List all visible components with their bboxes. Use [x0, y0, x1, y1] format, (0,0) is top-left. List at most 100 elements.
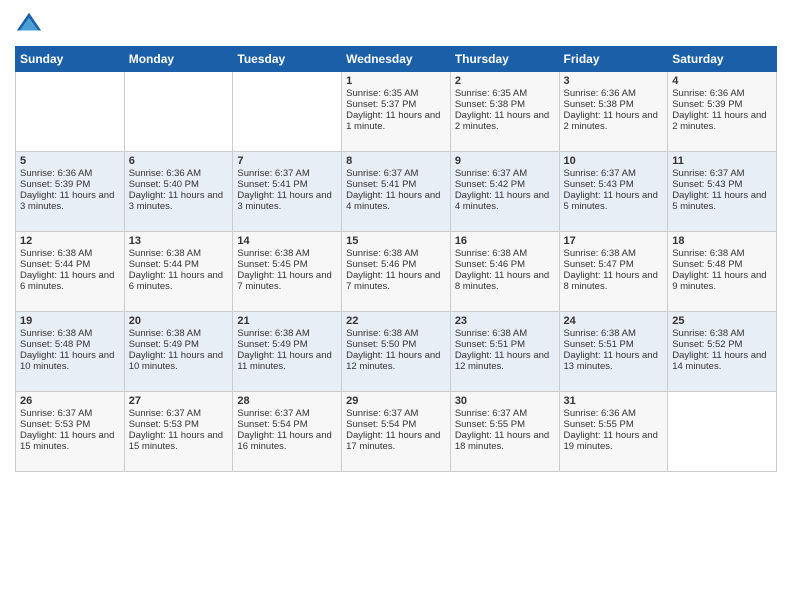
sunrise-text: Sunrise: 6:38 AM [455, 328, 555, 339]
calendar-week-row: 1Sunrise: 6:35 AMSunset: 5:37 PMDaylight… [16, 72, 777, 152]
day-number: 11 [672, 155, 772, 167]
day-number: 21 [237, 315, 337, 327]
sunrise-text: Sunrise: 6:37 AM [455, 408, 555, 419]
daylight-text: Daylight: 11 hours and 6 minutes. [20, 270, 120, 292]
calendar-week-row: 5Sunrise: 6:36 AMSunset: 5:39 PMDaylight… [16, 152, 777, 232]
day-number: 15 [346, 235, 446, 247]
daylight-text: Daylight: 11 hours and 2 minutes. [564, 110, 664, 132]
sunset-text: Sunset: 5:46 PM [346, 259, 446, 270]
calendar-day-cell: 3Sunrise: 6:36 AMSunset: 5:38 PMDaylight… [559, 72, 668, 152]
calendar-day-cell: 20Sunrise: 6:38 AMSunset: 5:49 PMDayligh… [124, 312, 233, 392]
daylight-text: Daylight: 11 hours and 4 minutes. [346, 190, 446, 212]
day-number: 16 [455, 235, 555, 247]
sunrise-text: Sunrise: 6:38 AM [672, 248, 772, 259]
sunset-text: Sunset: 5:49 PM [129, 339, 229, 350]
sunrise-text: Sunrise: 6:38 AM [672, 328, 772, 339]
daylight-text: Daylight: 11 hours and 11 minutes. [237, 350, 337, 372]
sunset-text: Sunset: 5:54 PM [237, 419, 337, 430]
calendar-table: SundayMondayTuesdayWednesdayThursdayFrid… [15, 46, 777, 472]
daylight-text: Daylight: 11 hours and 2 minutes. [455, 110, 555, 132]
daylight-text: Daylight: 11 hours and 10 minutes. [20, 350, 120, 372]
sunrise-text: Sunrise: 6:38 AM [455, 248, 555, 259]
calendar-day-cell: 10Sunrise: 6:37 AMSunset: 5:43 PMDayligh… [559, 152, 668, 232]
calendar-day-cell: 17Sunrise: 6:38 AMSunset: 5:47 PMDayligh… [559, 232, 668, 312]
sunset-text: Sunset: 5:48 PM [20, 339, 120, 350]
day-number: 27 [129, 395, 229, 407]
calendar-day-cell: 14Sunrise: 6:38 AMSunset: 5:45 PMDayligh… [233, 232, 342, 312]
sunset-text: Sunset: 5:37 PM [346, 99, 446, 110]
calendar-day-cell: 19Sunrise: 6:38 AMSunset: 5:48 PMDayligh… [16, 312, 125, 392]
daylight-text: Daylight: 11 hours and 6 minutes. [129, 270, 229, 292]
sunset-text: Sunset: 5:41 PM [237, 179, 337, 190]
daylight-text: Daylight: 11 hours and 16 minutes. [237, 430, 337, 452]
calendar-day-cell: 1Sunrise: 6:35 AMSunset: 5:37 PMDaylight… [342, 72, 451, 152]
calendar-day-cell: 6Sunrise: 6:36 AMSunset: 5:40 PMDaylight… [124, 152, 233, 232]
sunrise-text: Sunrise: 6:37 AM [455, 168, 555, 179]
daylight-text: Daylight: 11 hours and 12 minutes. [346, 350, 446, 372]
calendar-day-cell: 11Sunrise: 6:37 AMSunset: 5:43 PMDayligh… [668, 152, 777, 232]
sunrise-text: Sunrise: 6:38 AM [346, 248, 446, 259]
sunset-text: Sunset: 5:47 PM [564, 259, 664, 270]
day-number: 20 [129, 315, 229, 327]
sunrise-text: Sunrise: 6:36 AM [20, 168, 120, 179]
daylight-text: Daylight: 11 hours and 3 minutes. [20, 190, 120, 212]
day-number: 24 [564, 315, 664, 327]
weekday-header-row: SundayMondayTuesdayWednesdayThursdayFrid… [16, 47, 777, 72]
sunrise-text: Sunrise: 6:36 AM [564, 88, 664, 99]
daylight-text: Daylight: 11 hours and 5 minutes. [564, 190, 664, 212]
calendar-day-cell: 28Sunrise: 6:37 AMSunset: 5:54 PMDayligh… [233, 392, 342, 472]
sunrise-text: Sunrise: 6:38 AM [237, 328, 337, 339]
sunset-text: Sunset: 5:38 PM [455, 99, 555, 110]
sunrise-text: Sunrise: 6:37 AM [564, 168, 664, 179]
header [15, 10, 777, 38]
sunset-text: Sunset: 5:53 PM [129, 419, 229, 430]
weekday-header: Monday [124, 47, 233, 72]
daylight-text: Daylight: 11 hours and 4 minutes. [455, 190, 555, 212]
sunset-text: Sunset: 5:55 PM [564, 419, 664, 430]
calendar-day-cell: 18Sunrise: 6:38 AMSunset: 5:48 PMDayligh… [668, 232, 777, 312]
calendar-day-cell: 15Sunrise: 6:38 AMSunset: 5:46 PMDayligh… [342, 232, 451, 312]
day-number: 18 [672, 235, 772, 247]
calendar-day-cell [124, 72, 233, 152]
day-number: 17 [564, 235, 664, 247]
day-number: 22 [346, 315, 446, 327]
weekday-header: Saturday [668, 47, 777, 72]
sunset-text: Sunset: 5:43 PM [564, 179, 664, 190]
calendar-day-cell [233, 72, 342, 152]
daylight-text: Daylight: 11 hours and 17 minutes. [346, 430, 446, 452]
sunset-text: Sunset: 5:48 PM [672, 259, 772, 270]
daylight-text: Daylight: 11 hours and 1 minute. [346, 110, 446, 132]
page: SundayMondayTuesdayWednesdayThursdayFrid… [0, 0, 792, 612]
sunset-text: Sunset: 5:49 PM [237, 339, 337, 350]
daylight-text: Daylight: 11 hours and 13 minutes. [564, 350, 664, 372]
day-number: 12 [20, 235, 120, 247]
calendar-day-cell: 22Sunrise: 6:38 AMSunset: 5:50 PMDayligh… [342, 312, 451, 392]
sunrise-text: Sunrise: 6:37 AM [20, 408, 120, 419]
daylight-text: Daylight: 11 hours and 10 minutes. [129, 350, 229, 372]
day-number: 1 [346, 75, 446, 87]
sunrise-text: Sunrise: 6:38 AM [129, 328, 229, 339]
daylight-text: Daylight: 11 hours and 14 minutes. [672, 350, 772, 372]
sunset-text: Sunset: 5:54 PM [346, 419, 446, 430]
sunset-text: Sunset: 5:42 PM [455, 179, 555, 190]
sunset-text: Sunset: 5:50 PM [346, 339, 446, 350]
sunset-text: Sunset: 5:39 PM [20, 179, 120, 190]
day-number: 5 [20, 155, 120, 167]
calendar-day-cell: 7Sunrise: 6:37 AMSunset: 5:41 PMDaylight… [233, 152, 342, 232]
calendar-day-cell: 9Sunrise: 6:37 AMSunset: 5:42 PMDaylight… [450, 152, 559, 232]
weekday-header: Friday [559, 47, 668, 72]
logo-icon [15, 10, 43, 38]
sunset-text: Sunset: 5:52 PM [672, 339, 772, 350]
calendar-week-row: 12Sunrise: 6:38 AMSunset: 5:44 PMDayligh… [16, 232, 777, 312]
sunset-text: Sunset: 5:51 PM [564, 339, 664, 350]
calendar-day-cell: 4Sunrise: 6:36 AMSunset: 5:39 PMDaylight… [668, 72, 777, 152]
calendar-day-cell: 12Sunrise: 6:38 AMSunset: 5:44 PMDayligh… [16, 232, 125, 312]
daylight-text: Daylight: 11 hours and 3 minutes. [237, 190, 337, 212]
daylight-text: Daylight: 11 hours and 19 minutes. [564, 430, 664, 452]
calendar-day-cell: 30Sunrise: 6:37 AMSunset: 5:55 PMDayligh… [450, 392, 559, 472]
daylight-text: Daylight: 11 hours and 8 minutes. [564, 270, 664, 292]
sunset-text: Sunset: 5:46 PM [455, 259, 555, 270]
day-number: 8 [346, 155, 446, 167]
day-number: 28 [237, 395, 337, 407]
day-number: 7 [237, 155, 337, 167]
